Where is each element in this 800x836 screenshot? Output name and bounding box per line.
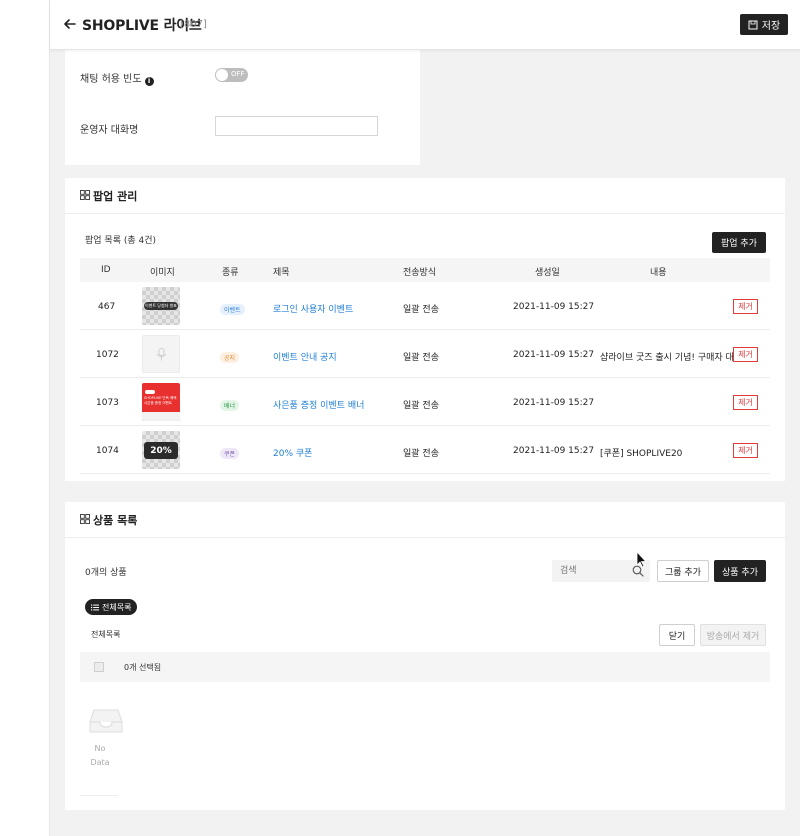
col-id: ID — [101, 265, 111, 275]
table-row: 1072 공지 이벤트 안내 공지 일괄 전송 2021-11-09 15:27… — [80, 330, 770, 378]
grid-icon — [80, 514, 90, 524]
close-button[interactable]: 닫기 — [659, 624, 695, 646]
popup-title-link[interactable]: 사은품 증정 이벤트 배너 — [273, 398, 364, 411]
type-badge-banner: 배너 — [220, 400, 240, 411]
row-id: 1072 — [96, 350, 119, 360]
remove-from-broadcast-button[interactable]: 방송에서 제거 — [700, 624, 766, 646]
col-created: 생성일 — [535, 268, 560, 278]
info-icon[interactable]: i — [144, 76, 154, 86]
row-method: 일괄 전송 — [403, 353, 439, 363]
popup-section-header: 팝업 관리 — [65, 178, 785, 214]
row-content: 샵라이브 굿즈 출시 기념! 구매자 대 — [600, 353, 734, 363]
operator-name-input[interactable] — [215, 116, 378, 136]
save-label: 저장 — [761, 21, 781, 32]
operator-name-label: 운영자 대화명 — [80, 125, 139, 136]
popup-thumbnail: SHOPLIVE 단독 혜택 사은품 증정 이벤트 — [142, 383, 180, 421]
remove-button[interactable]: 제거 — [733, 347, 758, 362]
save-icon — [748, 20, 758, 29]
row-content: [쿠폰] SHOPLIVE20 — [600, 449, 683, 459]
thumb-tag — [145, 390, 155, 394]
popup-section-title: 팝업 관리 — [93, 190, 138, 203]
thumb-coupon: 20% — [144, 442, 178, 459]
row-id: 467 — [98, 302, 116, 312]
empty-inbox-icon — [89, 709, 123, 733]
add-popup-button[interactable]: 팝업 추가 — [712, 232, 766, 253]
remove-button[interactable]: 제거 — [733, 299, 758, 314]
list-icon — [91, 604, 99, 610]
col-content: 내용 — [650, 268, 667, 278]
mouse-cursor-icon — [636, 551, 647, 568]
col-image: 이미지 — [150, 268, 175, 278]
no-data-text: No Data — [90, 744, 110, 767]
left-sidebar — [0, 0, 50, 836]
page-id-count: [807] — [180, 19, 207, 30]
popup-thumbnail: 20% — [142, 431, 180, 469]
col-method: 전송방식 — [403, 268, 437, 278]
type-badge-notice: 공지 — [220, 352, 240, 363]
all-list-filter-pill[interactable]: 전체목록 — [85, 599, 138, 615]
all-list-label: 전체목록 — [91, 630, 121, 639]
settings-card: 채팅 허용 빈도 i OFF 운영자 대화명 — [65, 50, 420, 165]
remove-button[interactable]: 제거 — [733, 395, 758, 410]
row-created: 2021-11-09 15:27 — [513, 350, 595, 360]
chat-freq-toggle[interactable]: OFF — [215, 68, 248, 82]
remove-button[interactable]: 제거 — [733, 443, 758, 458]
type-badge-event: 이벤트 — [220, 304, 245, 315]
save-button[interactable]: 저장 — [740, 14, 788, 35]
placeholder-image-icon — [156, 348, 167, 361]
popup-title-link[interactable]: 로그인 사용자 이벤트 — [273, 302, 353, 315]
row-created: 2021-11-09 15:27 — [513, 446, 595, 456]
table-row: 1073 SHOPLIVE 단독 혜택 사은품 증정 이벤트 배너 사은품 증정… — [80, 378, 770, 426]
back-arrow-icon[interactable] — [60, 14, 80, 34]
row-created: 2021-11-09 15:27 — [513, 302, 595, 312]
popup-title-link[interactable]: 이벤트 안내 공지 — [273, 350, 337, 363]
col-type: 종류 — [222, 268, 239, 278]
product-list-card: 상품 목록 0개의 상품 그룹 추가 상품 추가 전체목록 전체목록 닫기 — [65, 502, 785, 810]
row-method: 일괄 전송 — [403, 401, 439, 411]
add-product-button[interactable]: 상품 추가 — [714, 560, 766, 582]
popup-table-header: ID 이미지 종류 제목 전송방식 생성일 내용 — [80, 258, 770, 282]
toggle-knob — [216, 69, 228, 81]
popup-list-title: 팝업 목록 (총 4건) — [85, 236, 157, 246]
product-count: 0개의 상품 — [85, 568, 127, 578]
grid-icon — [80, 190, 90, 200]
chat-freq-row: 채팅 허용 빈도 i — [80, 70, 154, 86]
popup-title-link[interactable]: 20% 쿠폰 — [273, 446, 312, 459]
popup-management-card: 팝업 관리 팝업 목록 (총 4건) 팝업 추가 ID 이미지 종류 제목 전송… — [65, 178, 785, 481]
page-header: SHOPLIVE 라이브 [807] 저장 — [50, 0, 800, 50]
product-section-title: 상품 목록 — [93, 514, 138, 527]
selection-bar: 0개 선택됨 — [80, 652, 770, 682]
toggle-state-text: OFF — [231, 70, 245, 78]
table-row: 1074 20% 쿠폰 20% 쿠폰 일괄 전송 2021-11-09 15:2… — [80, 426, 770, 474]
row-method: 일괄 전송 — [403, 449, 439, 459]
type-badge-coupon: 쿠폰 — [220, 448, 240, 459]
divider — [80, 795, 118, 796]
thumb-caption: 이벤트 당첨자 발표 — [144, 302, 178, 310]
row-id: 1074 — [96, 446, 119, 456]
row-id: 1073 — [96, 398, 119, 408]
row-method: 일괄 전송 — [403, 305, 439, 315]
chat-freq-label: 채팅 허용 빈도 — [80, 74, 142, 85]
thumb-footer — [142, 412, 180, 421]
table-row: 467 이벤트 당첨자 발표 이벤트 로그인 사용자 이벤트 일괄 전송 202… — [80, 282, 770, 330]
popup-thumbnail: 이벤트 당첨자 발표 — [142, 287, 180, 325]
thumb-caption: SHOPLIVE 단독 혜택 사은품 증정 이벤트 — [144, 396, 177, 405]
selected-count: 0개 선택됨 — [124, 663, 162, 672]
add-group-button[interactable]: 그룹 추가 — [657, 560, 709, 582]
row-created: 2021-11-09 15:27 — [513, 398, 595, 408]
pill-label: 전체목록 — [102, 602, 132, 612]
select-all-checkbox[interactable] — [94, 662, 104, 672]
col-title: 제목 — [273, 268, 290, 278]
product-section-header: 상품 목록 — [65, 502, 785, 538]
popup-thumbnail — [142, 335, 180, 373]
